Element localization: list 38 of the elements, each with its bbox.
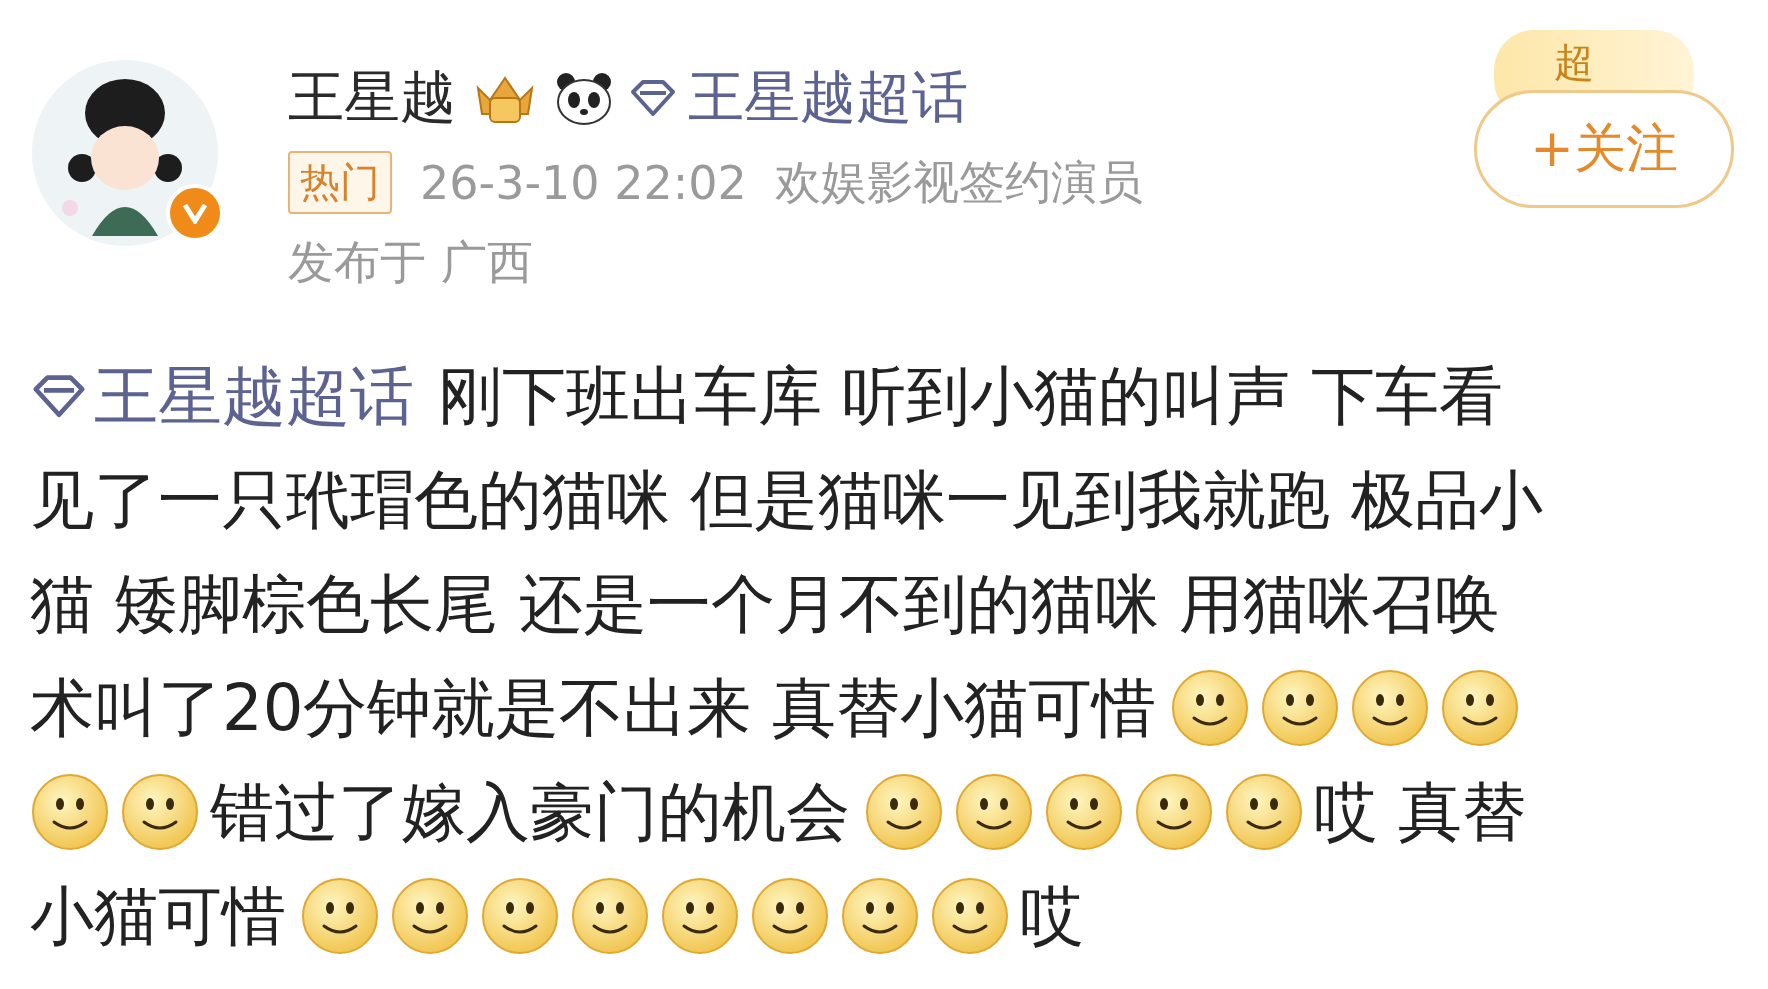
post-text: 刚下班出车库 听到小猫的叫声 下车看 (438, 357, 1503, 435)
diamond-icon (628, 77, 678, 118)
smile-icon (864, 772, 944, 852)
smile-icon (300, 876, 380, 956)
topic-link[interactable]: 王星越超话 (628, 59, 968, 136)
smile-icon (1349, 668, 1430, 748)
smile-icon (570, 876, 650, 956)
smile-icon (1439, 668, 1520, 748)
topic-link[interactable]: 王星越超话 (30, 352, 414, 440)
post-text: 术叫了20分钟就是不出来 真替小猫可惜 (30, 669, 1156, 747)
smile-icon (1169, 668, 1250, 748)
smile-icon (930, 876, 1010, 956)
post-location: 发布于 广西 (288, 234, 534, 291)
smile-icon (954, 772, 1034, 852)
avatar[interactable] (30, 58, 220, 248)
post-text: 哎 真替 (1314, 773, 1527, 851)
smile-icon (1134, 772, 1214, 852)
topic-label: 王星越超话 (94, 357, 414, 435)
smile-icon (1224, 772, 1304, 852)
post-time: 26-3-10 22:02 (420, 155, 747, 210)
hot-tag: 热门 (288, 151, 392, 214)
post-text: 见了一只玳瑁色的猫咪 但是猫咪一见到我就跑 极品小 (30, 461, 1543, 539)
smile-icon (390, 876, 470, 956)
post-text: 错过了嫁入豪门的机会 (210, 773, 850, 851)
author-name[interactable]: 王星越 (288, 59, 456, 136)
post-text: 哎 (1020, 877, 1084, 955)
author-description: 欢娱影视签约演员 (774, 153, 1143, 211)
topic-label: 王星越超话 (688, 62, 968, 131)
smile-icon (660, 876, 740, 956)
smile-icon (1259, 668, 1340, 748)
smile-icon (480, 876, 560, 956)
smile-icon (750, 876, 830, 956)
post-text: 小猫可惜 (30, 877, 286, 955)
smile-icon (120, 772, 200, 852)
post-text: 猫 矮脚棕色长尾 还是一个月不到的猫咪 用猫咪召唤 (30, 565, 1500, 643)
smile-icon (1044, 772, 1124, 852)
smile-icon (840, 876, 920, 956)
smile-icon (30, 772, 110, 852)
